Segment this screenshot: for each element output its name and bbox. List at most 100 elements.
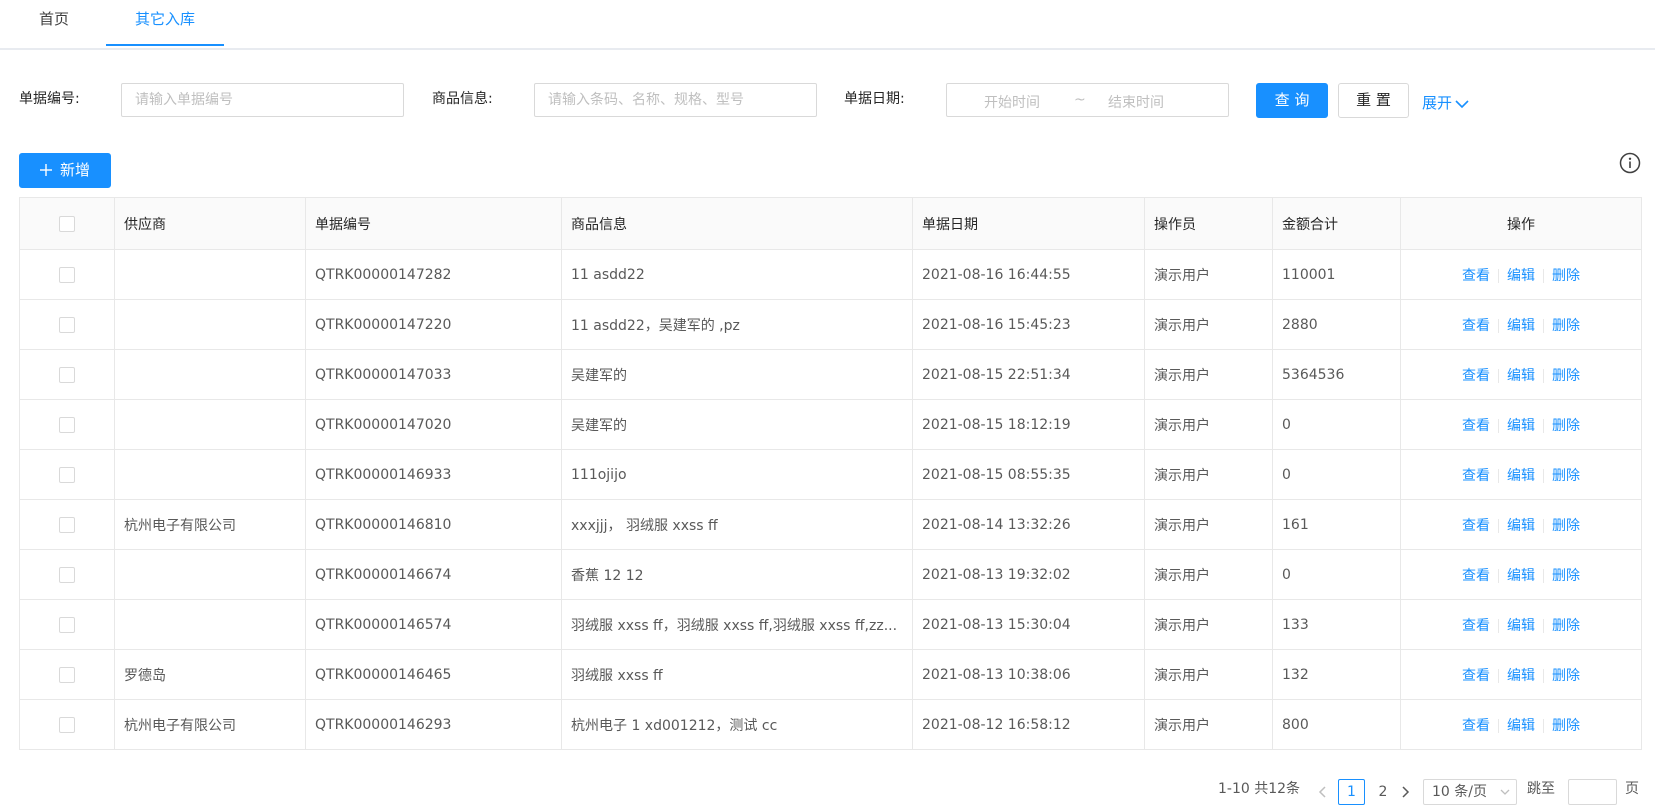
- amount-cell: 133: [1272, 599, 1401, 650]
- row-checkbox[interactable]: [59, 266, 75, 283]
- edit-link[interactable]: 编辑: [1507, 518, 1535, 534]
- column-header-actions: 操作: [1400, 197, 1642, 250]
- row-select-cell: [19, 249, 115, 300]
- bill-date-cell: 2021-08-14 13:32:26: [912, 499, 1145, 550]
- row-checkbox[interactable]: [59, 466, 75, 483]
- expand-toggle[interactable]: 展开: [1422, 92, 1469, 113]
- row-checkbox[interactable]: [59, 416, 75, 433]
- delete-link[interactable]: 删除: [1552, 318, 1580, 334]
- add-button-label: 新增: [59, 161, 90, 179]
- page-size-select[interactable]: 10 条/页: [1423, 779, 1517, 805]
- view-link[interactable]: 查看: [1462, 518, 1490, 534]
- edit-link[interactable]: 编辑: [1507, 268, 1535, 284]
- jump-to-label: 跳至: [1527, 781, 1555, 797]
- view-link[interactable]: 查看: [1462, 418, 1490, 434]
- supplier-cell: 罗德岛: [114, 649, 306, 700]
- row-checkbox[interactable]: [59, 316, 75, 333]
- date-range-separator: ~: [1074, 92, 1086, 108]
- row-checkbox[interactable]: [59, 516, 75, 533]
- view-link[interactable]: 查看: [1462, 318, 1490, 334]
- edit-link[interactable]: 编辑: [1507, 618, 1535, 634]
- bill-date-cell: 2021-08-15 18:12:19: [912, 399, 1145, 450]
- delete-link[interactable]: 删除: [1552, 668, 1580, 684]
- row-select-cell: [19, 699, 115, 750]
- bill-no-cell: QTRK00000146293: [305, 699, 562, 750]
- edit-link[interactable]: 编辑: [1507, 668, 1535, 684]
- date-range-picker[interactable]: 开始时间 ~ 结束时间: [946, 83, 1229, 117]
- view-link[interactable]: 查看: [1462, 618, 1490, 634]
- view-link[interactable]: 查看: [1462, 668, 1490, 684]
- supplier-cell: [114, 549, 306, 600]
- row-checkbox[interactable]: [59, 366, 75, 383]
- edit-link[interactable]: 编辑: [1507, 468, 1535, 484]
- table-row: 杭州电子有限公司 QTRK00000146293 杭州电子 1 xd001212，测…: [19, 699, 1642, 750]
- action-divider: [1498, 668, 1499, 683]
- delete-link[interactable]: 删除: [1552, 368, 1580, 384]
- operator-cell: 演示用户: [1144, 299, 1273, 350]
- delete-link[interactable]: 删除: [1552, 518, 1580, 534]
- operator-cell: 演示用户: [1144, 449, 1273, 500]
- view-link[interactable]: 查看: [1462, 718, 1490, 734]
- row-actions-cell: 查看 编辑 删除: [1400, 249, 1642, 300]
- column-header-product: 商品信息: [561, 197, 913, 250]
- row-select-cell: [19, 349, 115, 400]
- edit-link[interactable]: 编辑: [1507, 568, 1535, 584]
- tab-other-inbound[interactable]: 其它入库: [106, 0, 224, 46]
- amount-cell: 161: [1272, 499, 1401, 550]
- product-info-input[interactable]: [534, 83, 817, 117]
- search-button[interactable]: 查 询: [1256, 83, 1328, 118]
- view-link[interactable]: 查看: [1462, 368, 1490, 384]
- row-select-cell: [19, 649, 115, 700]
- select-all-checkbox[interactable]: [59, 215, 75, 232]
- page-button-2[interactable]: 2: [1371, 779, 1395, 805]
- bill-no-input[interactable]: [121, 83, 404, 117]
- reset-button[interactable]: 重 置: [1338, 83, 1409, 118]
- row-actions-cell: 查看 编辑 删除: [1400, 549, 1642, 600]
- jump-to-page-input[interactable]: [1568, 779, 1617, 805]
- delete-link[interactable]: 删除: [1552, 268, 1580, 284]
- page-suffix-label: 页: [1625, 781, 1639, 797]
- delete-link[interactable]: 删除: [1552, 568, 1580, 584]
- row-checkbox[interactable]: [59, 666, 75, 683]
- table-row: QTRK00000147282 11 asdd22 2021-08-16 16:44…: [19, 249, 1642, 300]
- row-checkbox[interactable]: [59, 566, 75, 583]
- add-button[interactable]: 新增: [19, 153, 111, 188]
- select-all-cell: [19, 197, 115, 250]
- edit-link[interactable]: 编辑: [1507, 368, 1535, 384]
- edit-link[interactable]: 编辑: [1507, 418, 1535, 434]
- amount-cell: 800: [1272, 699, 1401, 750]
- plus-icon: [39, 164, 52, 176]
- view-link[interactable]: 查看: [1462, 568, 1490, 584]
- delete-link[interactable]: 删除: [1552, 468, 1580, 484]
- row-checkbox[interactable]: [59, 616, 75, 633]
- next-page-icon[interactable]: [1400, 786, 1410, 798]
- delete-link[interactable]: 删除: [1552, 718, 1580, 734]
- operator-cell: 演示用户: [1144, 699, 1273, 750]
- page-button-1[interactable]: 1: [1338, 779, 1365, 805]
- action-divider: [1498, 368, 1499, 383]
- start-date-placeholder[interactable]: 开始时间: [984, 92, 1040, 112]
- operator-cell: 演示用户: [1144, 349, 1273, 400]
- bill-no-label: 单据编号:: [19, 91, 80, 107]
- edit-link[interactable]: 编辑: [1507, 718, 1535, 734]
- column-header-operator: 操作员: [1144, 197, 1273, 250]
- view-link[interactable]: 查看: [1462, 268, 1490, 284]
- action-divider: [1543, 418, 1544, 433]
- supplier-cell: 杭州电子有限公司: [114, 499, 306, 550]
- prev-page-icon[interactable]: [1318, 786, 1328, 798]
- delete-link[interactable]: 删除: [1552, 418, 1580, 434]
- edit-link[interactable]: 编辑: [1507, 318, 1535, 334]
- bill-date-cell: 2021-08-15 08:55:35: [912, 449, 1145, 500]
- end-date-placeholder[interactable]: 结束时间: [1108, 92, 1164, 112]
- action-divider: [1498, 318, 1499, 333]
- view-link[interactable]: 查看: [1462, 468, 1490, 484]
- delete-link[interactable]: 删除: [1552, 618, 1580, 634]
- amount-cell: 132: [1272, 649, 1401, 700]
- row-actions-cell: 查看 编辑 删除: [1400, 349, 1642, 400]
- tab-home[interactable]: 首页: [24, 0, 84, 44]
- row-actions-cell: 查看 编辑 删除: [1400, 499, 1642, 550]
- row-select-cell: [19, 399, 115, 450]
- row-checkbox[interactable]: [59, 716, 75, 733]
- info-circle-icon[interactable]: [1619, 152, 1641, 174]
- table-row: QTRK00000147033 吴建军的 2021-08-15 22:51:34 演示…: [19, 349, 1642, 400]
